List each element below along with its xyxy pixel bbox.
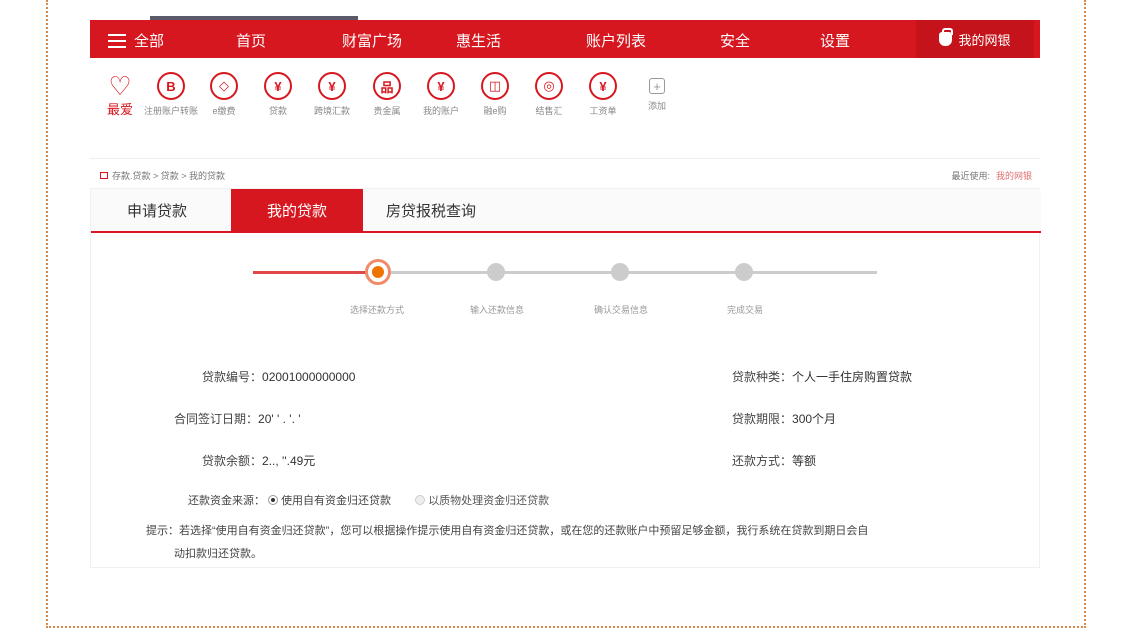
fx-icon: ◎ (535, 72, 563, 100)
term-row: 贷款期限：300个月 (732, 410, 836, 427)
quick-myaccount-label: 我的账户 (422, 106, 459, 116)
banking-app: 全部 首页 财富广场 惠生活 账户列表 安全 设置 我的网银 ♡ 最爱 B 注册… (90, 16, 1041, 568)
breadcrumb: 存款.贷款 > 贷款 > 我的贷款 (100, 169, 225, 182)
loan-number-value: 02001000000000 (262, 370, 356, 384)
quick-ebuy[interactable]: ◫ 融e购 (465, 72, 525, 117)
top-nav: 全部 首页 财富广场 惠生活 账户列表 安全 设置 我的网银 (90, 16, 1040, 58)
method-row: 还款方式：等额 (732, 452, 816, 469)
source-label: 还款资金来源： (188, 495, 265, 507)
breadcrumb-bar: 存款.贷款 > 贷款 > 我的贷款 最近使用: 我的网银 (90, 158, 1040, 188)
step-1-dot (365, 259, 391, 285)
breadcrumb-text[interactable]: 存款.贷款 > 贷款 > 我的贷款 (112, 169, 225, 182)
money-bag-icon (939, 28, 954, 46)
progress-stepper: 选择还款方式 输入还款信息 确认交易信息 完成交易 (253, 259, 877, 321)
step-4-dot (735, 263, 753, 281)
step-2-label: 输入还款信息 (469, 305, 524, 315)
loan-number-row: 贷款编号：02001000000000 (202, 368, 355, 385)
step-4-label: 完成交易 (726, 305, 763, 315)
quick-transfer[interactable]: B 注册账户转账 (141, 72, 201, 117)
step-2-dot (487, 263, 505, 281)
loan-number-label: 贷款编号： (202, 370, 263, 384)
tip-line-1: 若选择“使用自有资金归还贷款”，您可以根据操作提示使用自有资金归还贷款，或在您的… (179, 525, 869, 537)
payslip-icon: ¥ (589, 72, 617, 100)
yuan-exchange-icon: ¥ (318, 72, 346, 100)
step-1-label: 选择还款方式 (349, 305, 404, 315)
my-bank-button[interactable]: 我的网银 (916, 20, 1034, 58)
loan-type-row: 贷款种类：个人一手住房购置贷款 (732, 368, 912, 385)
quick-payment-label: e缴费 (212, 106, 236, 116)
nav-wealth[interactable]: 财富广场 (342, 30, 402, 51)
payment-icon: ◇ (210, 72, 238, 100)
nav-security[interactable]: 安全 (720, 30, 750, 51)
transfer-icon: B (157, 72, 185, 100)
nav-accounts[interactable]: 账户列表 (586, 30, 646, 51)
quick-fx-label: 结售汇 (535, 106, 563, 116)
method-label: 还款方式： (732, 454, 793, 468)
quick-loan[interactable]: ¥ 贷款 (248, 72, 308, 117)
tab-apply-loan[interactable]: 申请贷款 (91, 189, 223, 231)
step-track-pending (389, 271, 877, 274)
source-own-label[interactable]: 使用自有资金归还贷款 (281, 495, 391, 507)
step-3-dot (611, 263, 629, 281)
quick-add[interactable]: + 添加 (627, 72, 687, 112)
balance-value: 2.., ''.49元 (262, 454, 316, 468)
term-value: 300个月 (792, 412, 837, 426)
yuan-icon: ¥ (427, 72, 455, 100)
nav-home[interactable]: 首页 (236, 30, 266, 51)
recent-label: 最近使用: (951, 171, 990, 181)
source-collateral-radio[interactable] (415, 495, 426, 505)
balance-label: 贷款余额： (202, 454, 263, 468)
quick-crossborder[interactable]: ¥ 跨境汇款 (302, 72, 362, 117)
step-3-label: 确认交易信息 (593, 305, 648, 315)
quick-metals-label: 贵金属 (373, 106, 401, 116)
recent-link[interactable]: 我的网银 (996, 171, 1032, 181)
nav-settings[interactable]: 设置 (820, 30, 850, 51)
method-value: 等额 (792, 454, 817, 468)
nav-all[interactable]: 全部 (108, 30, 164, 51)
sign-date-value: 20' ' . '. ' (258, 412, 301, 426)
loan-type-value: 个人一手住房购置贷款 (792, 370, 913, 384)
quick-crossborder-label: 跨境汇款 (313, 106, 350, 116)
nav-all-label: 全部 (134, 33, 165, 50)
source-row: 还款资金来源： 使用自有资金归还贷款 以质物处理资金归还贷款 (188, 492, 549, 508)
recent-used: 最近使用: 我的网银 (951, 169, 1032, 182)
source-collateral-label[interactable]: 以质物处理资金归还贷款 (428, 495, 549, 507)
quick-myaccount[interactable]: ¥ 我的账户 (411, 72, 471, 117)
quick-icon-bar: ♡ 最爱 B 注册账户转账 ◇ e缴费 ¥ 贷款 ¥ 跨境汇款 品 贵金属 ¥ … (90, 58, 1040, 156)
sign-date-row: 合同签订日期：20' ' . '. ' (174, 410, 301, 427)
menu-icon (108, 33, 126, 48)
tip-text: 提示：若选择“使用自有资金归还贷款”，您可以根据操作提示使用自有资金归还贷款，或… (146, 520, 1046, 566)
quick-ebuy-label: 融e购 (483, 106, 507, 116)
nav-top-strip (150, 16, 358, 20)
tab-mortgage-tax[interactable]: 房贷报税查询 (365, 189, 497, 231)
quick-metals[interactable]: 品 贵金属 (357, 72, 417, 117)
quick-payslip-label: 工资单 (589, 106, 617, 116)
nav-life[interactable]: 惠生活 (456, 30, 501, 51)
quick-add-label: 添加 (647, 101, 666, 111)
quick-payslip[interactable]: ¥ 工资单 (573, 72, 633, 117)
home-icon[interactable] (100, 172, 108, 179)
loan-type-label: 贷款种类： (732, 370, 793, 384)
tip-prefix: 提示： (146, 525, 179, 537)
tab-my-loan[interactable]: 我的贷款 (231, 189, 363, 231)
quick-fx[interactable]: ◎ 结售汇 (519, 72, 579, 117)
quick-transfer-label: 注册账户转账 (143, 106, 198, 116)
money-bag-icon: ¥ (264, 72, 292, 100)
my-bank-label: 我的网银 (958, 32, 1011, 48)
quick-payment[interactable]: ◇ e缴费 (194, 72, 254, 117)
term-label: 贷款期限： (732, 412, 793, 426)
gold-bars-icon: 品 (373, 72, 401, 100)
balance-row: 贷款余额：2.., ''.49元 (202, 452, 315, 469)
quick-loan-label: 贷款 (268, 106, 287, 116)
plus-icon: + (649, 78, 665, 94)
step-track-done (253, 271, 373, 274)
loan-tabs: 申请贷款 我的贷款 房贷报税查询 (91, 189, 1041, 233)
sign-date-label: 合同签订日期： (174, 412, 259, 426)
cart-icon: ◫ (481, 72, 509, 100)
tip-line-2: 动扣款归还贷款。 (174, 548, 262, 560)
source-own-radio[interactable] (268, 495, 279, 505)
